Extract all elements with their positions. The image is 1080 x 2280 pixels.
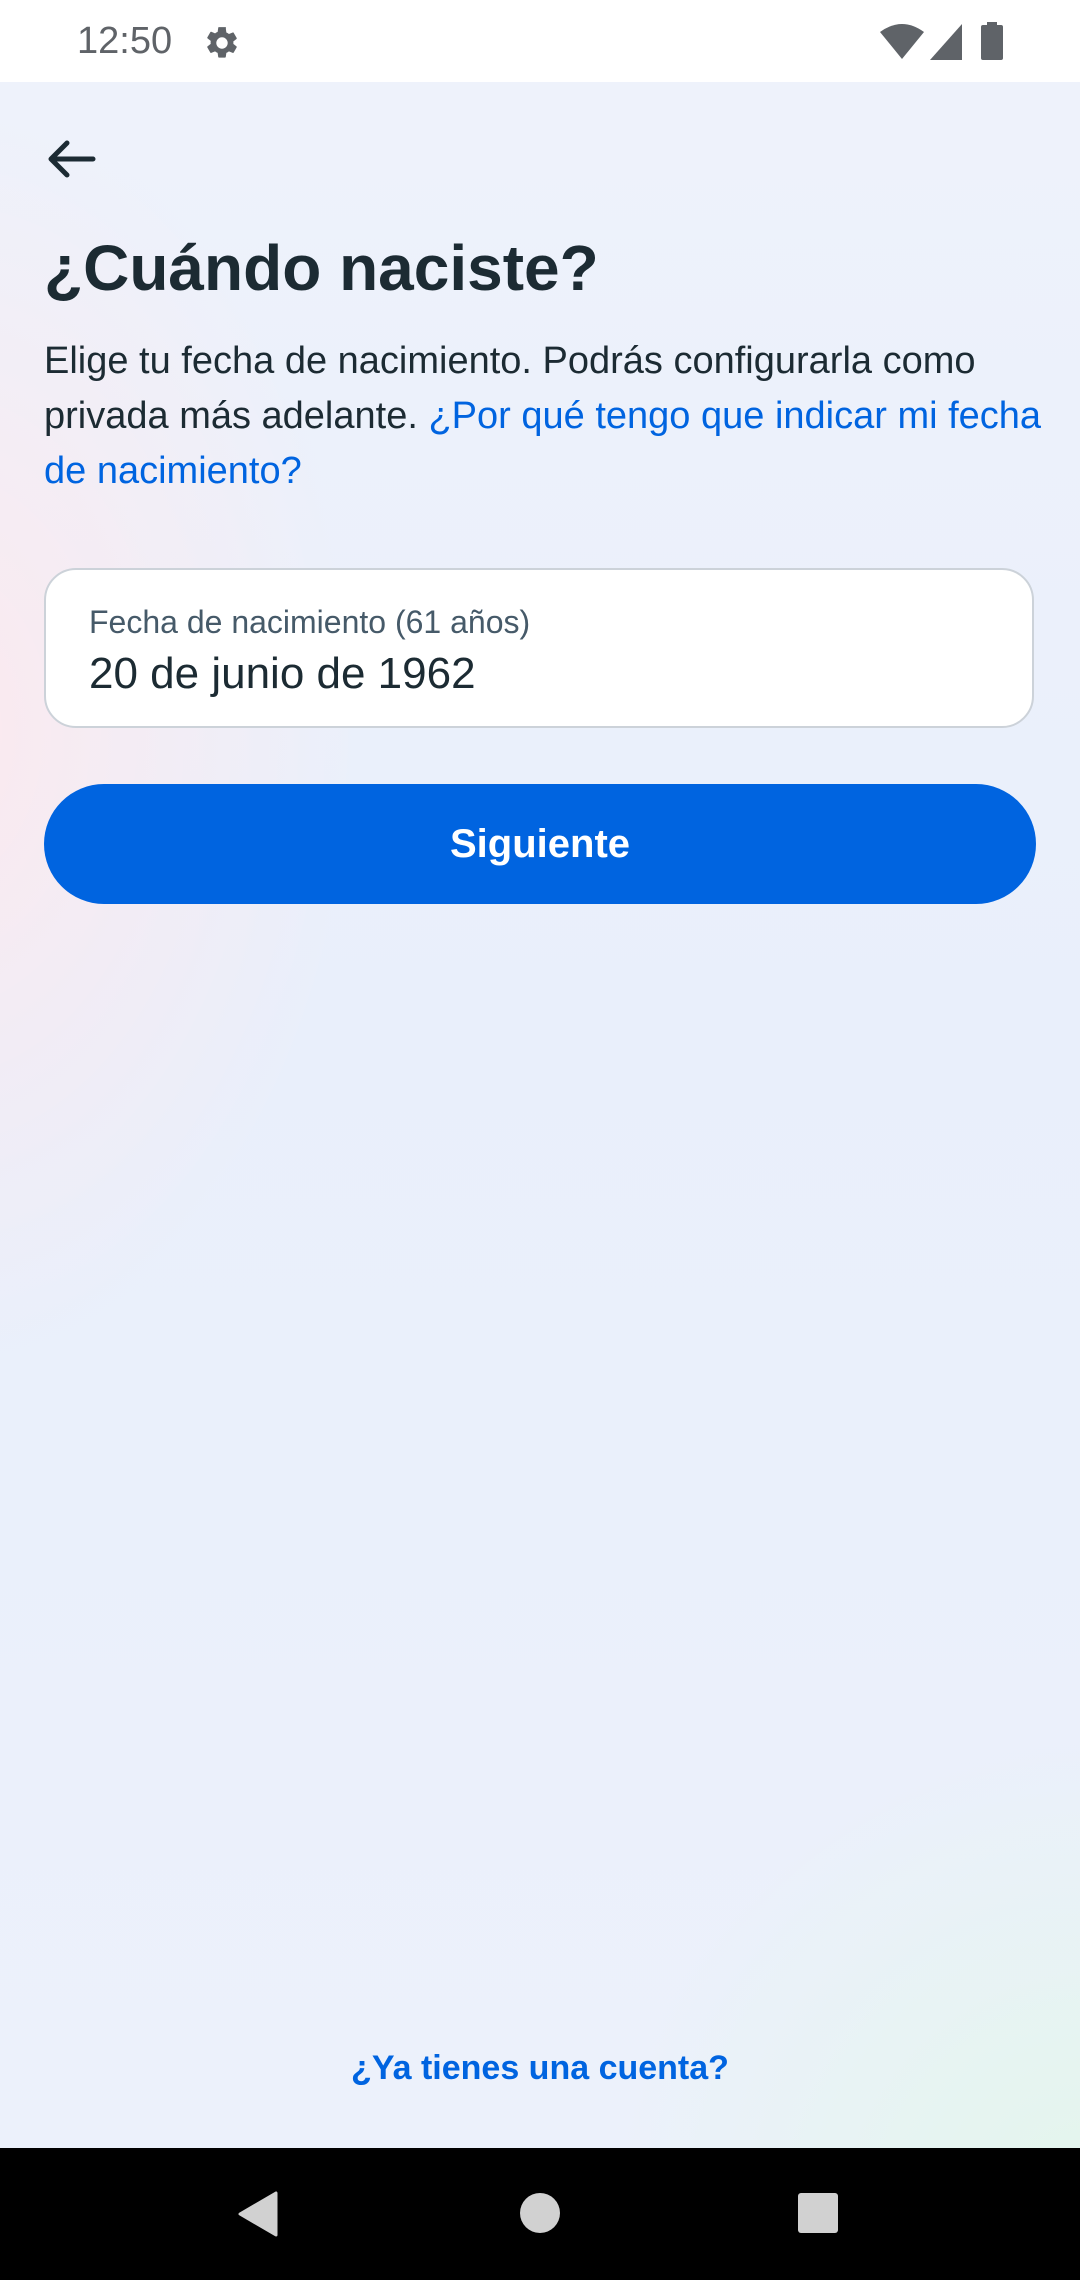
- status-bar: 12:50: [0, 0, 1080, 82]
- back-button[interactable]: [36, 124, 106, 194]
- status-time: 12:50: [77, 20, 173, 62]
- nav-recents-icon[interactable]: [798, 2193, 838, 2233]
- battery-icon: [981, 22, 1003, 60]
- birthdate-field-value: 20 de junio de 1962: [89, 649, 476, 698]
- navigation-bar: [0, 2148, 1080, 2280]
- cell-signal-icon: [930, 24, 962, 60]
- page-title: ¿Cuándo naciste?: [44, 232, 599, 304]
- have-account-link[interactable]: ¿Ya tienes una cuenta?: [0, 2046, 1080, 2090]
- birthdate-field[interactable]: Fecha de nacimiento (61 años) 20 de juni…: [44, 568, 1034, 728]
- nav-back-icon[interactable]: [236, 2191, 282, 2237]
- birthdate-field-label: Fecha de nacimiento (61 años): [89, 604, 531, 640]
- nav-home-icon[interactable]: [519, 2192, 561, 2234]
- main-content: ¿Cuándo naciste? Elige tu fecha de nacim…: [0, 82, 1080, 2148]
- page-description: Elige tu fecha de nacimiento. Podrás con…: [44, 334, 1044, 499]
- wifi-icon: [880, 24, 924, 59]
- arrow-left-icon: [48, 140, 96, 178]
- next-button[interactable]: Siguiente: [44, 784, 1036, 904]
- gear-icon: [207, 27, 237, 58]
